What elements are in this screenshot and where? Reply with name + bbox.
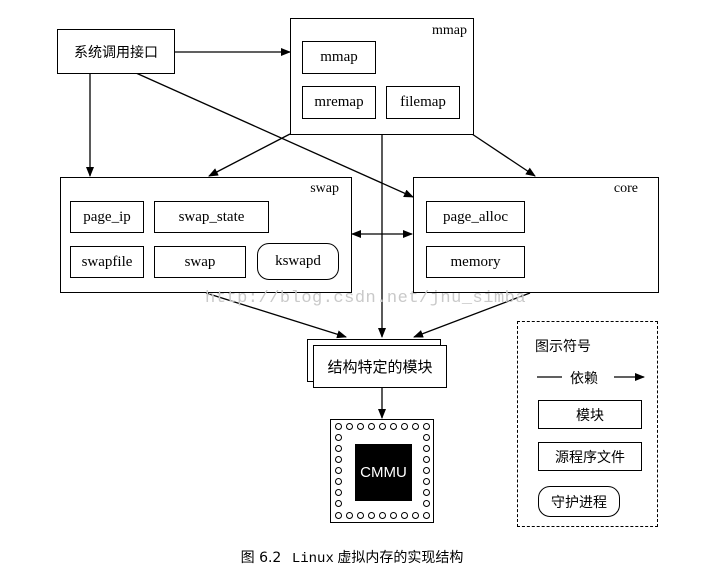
module-label: swapfile	[81, 253, 133, 270]
chip-pin-icon	[357, 423, 364, 430]
chip-pin-icon	[335, 456, 342, 463]
daemon-kswapd: kswapd	[257, 243, 339, 280]
chip-pin-icon	[346, 512, 353, 519]
legend-source-file-label: 源程序文件	[555, 449, 625, 466]
arrow-mmap-to-swap	[208, 133, 291, 177]
legend-dependency-label: 依赖	[570, 371, 598, 387]
legend-module-box: 模块	[538, 400, 642, 429]
chip-pin-icon	[412, 512, 419, 519]
module-memory: memory	[426, 246, 525, 278]
chip-pin-icon	[368, 512, 375, 519]
module-page-ip: page_ip	[70, 201, 144, 233]
module-label: page_alloc	[443, 208, 508, 225]
caption-text-en: Linux	[291, 551, 334, 567]
chip-pin-icon	[423, 500, 430, 507]
chip-pin-icon	[401, 423, 408, 430]
module-page-alloc: page_alloc	[426, 201, 525, 233]
chip-pin-icon	[423, 467, 430, 474]
arch-module-box: 结构特定的模块	[313, 345, 447, 388]
chip-pin-icon	[335, 445, 342, 452]
chip-pin-icon	[335, 489, 342, 496]
module-label: page_ip	[83, 208, 131, 225]
legend-daemon-box: 守护进程	[538, 486, 620, 517]
module-label: swap	[184, 253, 216, 270]
chip-pin-icon	[390, 512, 397, 519]
module-label: filemap	[400, 94, 446, 110]
module-mmap: mmap	[302, 41, 376, 74]
daemon-label: kswapd	[275, 253, 321, 269]
arrow-mmap-to-core	[471, 133, 536, 177]
watermark-text: http://blog.csdn.net/jnu_simba	[205, 289, 527, 308]
module-swap-state: swap_state	[154, 201, 269, 233]
module-swapfile: swapfile	[70, 246, 144, 278]
arch-module-label: 结构特定的模块	[327, 358, 433, 376]
chip-pin-icon	[335, 478, 342, 485]
legend-title: 图示符号	[535, 339, 591, 355]
chip-pin-icon	[379, 512, 386, 519]
mmap-group-title: mmap	[432, 23, 467, 38]
swap-group: swap page_ip swap_state swapfile swap ks…	[60, 177, 352, 293]
core-group: core page_alloc memory	[413, 177, 659, 293]
cmmu-chip: CMMU	[330, 419, 434, 523]
legend-module-label: 模块	[576, 407, 604, 424]
syscall-interface-box: 系统调用接口	[57, 29, 175, 74]
chip-pin-icon	[357, 512, 364, 519]
chip-pin-icon	[368, 423, 375, 430]
chip-pin-icon	[423, 456, 430, 463]
chip-pin-icon	[335, 423, 342, 430]
syscall-interface-label: 系统调用接口	[74, 44, 158, 61]
caption-figure-number: 图 6.2	[240, 550, 282, 566]
chip-pin-icon	[423, 512, 430, 519]
chip-pin-icon	[423, 423, 430, 430]
module-mremap: mremap	[302, 86, 376, 119]
module-filemap: filemap	[386, 86, 460, 119]
core-group-title: core	[613, 181, 638, 196]
module-label: swap_state	[178, 208, 245, 225]
chip-pin-icon	[401, 512, 408, 519]
module-label: mremap	[314, 94, 364, 110]
swap-group-title: swap	[310, 181, 339, 196]
chip-pin-icon	[379, 423, 386, 430]
legend-box: 图示符号 依赖 模块 源程序文件 守护进程	[517, 321, 658, 527]
chip-pin-icon	[423, 445, 430, 452]
chip-pin-icon	[423, 489, 430, 496]
caption-text-cn: 虚拟内存的实现结构	[337, 550, 464, 566]
module-label: mmap	[320, 49, 358, 65]
chip-pin-icon	[390, 423, 397, 430]
legend-source-file-box: 源程序文件	[538, 442, 642, 471]
chip-pin-icon	[423, 478, 430, 485]
chip-pin-icon	[335, 500, 342, 507]
chip-pin-icon	[423, 434, 430, 441]
module-swap: swap	[154, 246, 246, 278]
chip-pin-icon	[335, 467, 342, 474]
chip-pin-icon	[412, 423, 419, 430]
mmap-group: mmap mmap mremap filemap	[290, 18, 474, 135]
cmmu-label: CMMU	[360, 464, 407, 481]
cmmu-chip-core: CMMU	[355, 444, 412, 501]
legend-daemon-label: 守护进程	[551, 494, 607, 511]
chip-pin-icon	[346, 423, 353, 430]
chip-pin-icon	[335, 434, 342, 441]
chip-pin-icon	[335, 512, 342, 519]
module-label: memory	[450, 253, 501, 270]
figure-caption: 图 6.2 Linux 虚拟内存的实现结构	[0, 547, 704, 567]
